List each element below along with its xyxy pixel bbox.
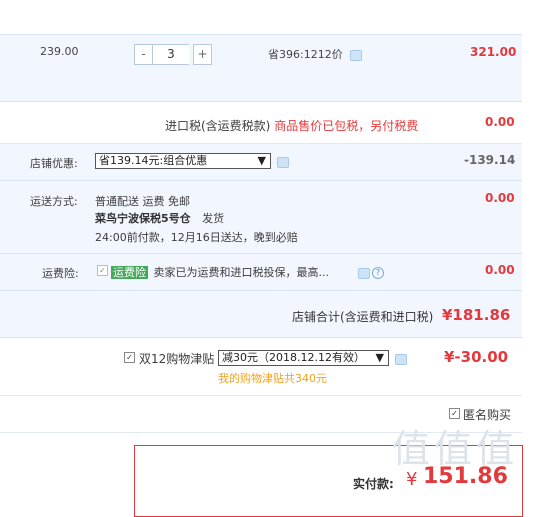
store-discount-value: -139.14 [464,153,516,167]
payment-label: 实付款: [353,477,394,491]
payment-amount: 151.86 [423,464,508,489]
import-tax-note: 商品售价已包税，另付税费 [274,119,419,133]
quantity-plus-button[interactable]: + [193,44,212,65]
subsidy-select[interactable]: 减30元（2018.12.12有效） ▼ [218,350,389,366]
shipping-method: 普通配送 运费 免邮 [95,195,190,208]
store-total-label: 店铺合计(含运费和进口税) [292,310,434,324]
import-tax-label: 进口税(含运费税款) [165,119,271,133]
insurance-tag: 运费险 [111,266,148,279]
chat-icon[interactable] [350,49,363,61]
shipping-warehouse-suffix: 发货 [202,212,225,225]
subsidy-selected: 减30元（2018.12.12有效） [222,351,365,364]
subsidy-label: 双12购物津贴 [139,352,215,366]
unit-price: 239.00 [40,45,79,58]
import-tax-value: 0.00 [485,115,515,129]
quantity-minus-button[interactable]: - [134,44,153,65]
help-icon[interactable]: ? [372,267,384,279]
store-discount-select[interactable]: 省139.14元:组合优惠 ▼ [95,153,271,169]
store-total-value: ¥181.86 [442,306,511,324]
subsidy-value: ¥-30.00 [444,348,509,366]
chat-icon[interactable] [277,157,289,168]
shipping-value: 0.00 [485,191,515,205]
chevron-down-icon: ▼ [375,351,384,364]
price-save-text: 省396:1212价 [268,48,343,61]
subsidy-checkbox[interactable]: ✓ [124,352,135,363]
shipping-timing: 24:00前付款，12月16日送达，晚到必赔 [95,231,298,244]
chat-icon[interactable] [358,268,370,279]
shipping-label: 运送方式: [30,195,78,208]
payment-currency: ¥ [406,469,418,490]
store-discount-selected: 省139.14元:组合优惠 [99,154,208,167]
insurance-text: 卖家已为运费和进口税投保，最高... [153,266,330,279]
subsidy-available: 我的购物津贴共340元 [218,372,327,385]
chevron-down-icon: ▼ [257,154,266,167]
shipping-warehouse-line: 菜鸟宁波保税5号仓 发货 [95,210,224,226]
import-tax-row: 进口税(含运费税款) 商品售价已包税，另付税费 [165,117,418,134]
insurance-value: 0.00 [485,263,515,277]
store-discount-label: 店铺优惠: [30,157,78,170]
insurance-checkbox[interactable]: ✓ [97,265,108,276]
quantity-input[interactable]: 3 [153,44,189,65]
item-subtotal: 321.00 [470,45,517,59]
divider [0,395,522,396]
insurance-info: 运费险 卖家已为运费和进口税投保，最高... [111,264,329,280]
shipping-warehouse: 菜鸟宁波保税5号仓 [95,212,191,225]
chat-icon[interactable] [395,354,407,365]
price-save-note: 省396:1212价 [268,46,363,62]
insurance-label: 运费险: [42,267,79,280]
